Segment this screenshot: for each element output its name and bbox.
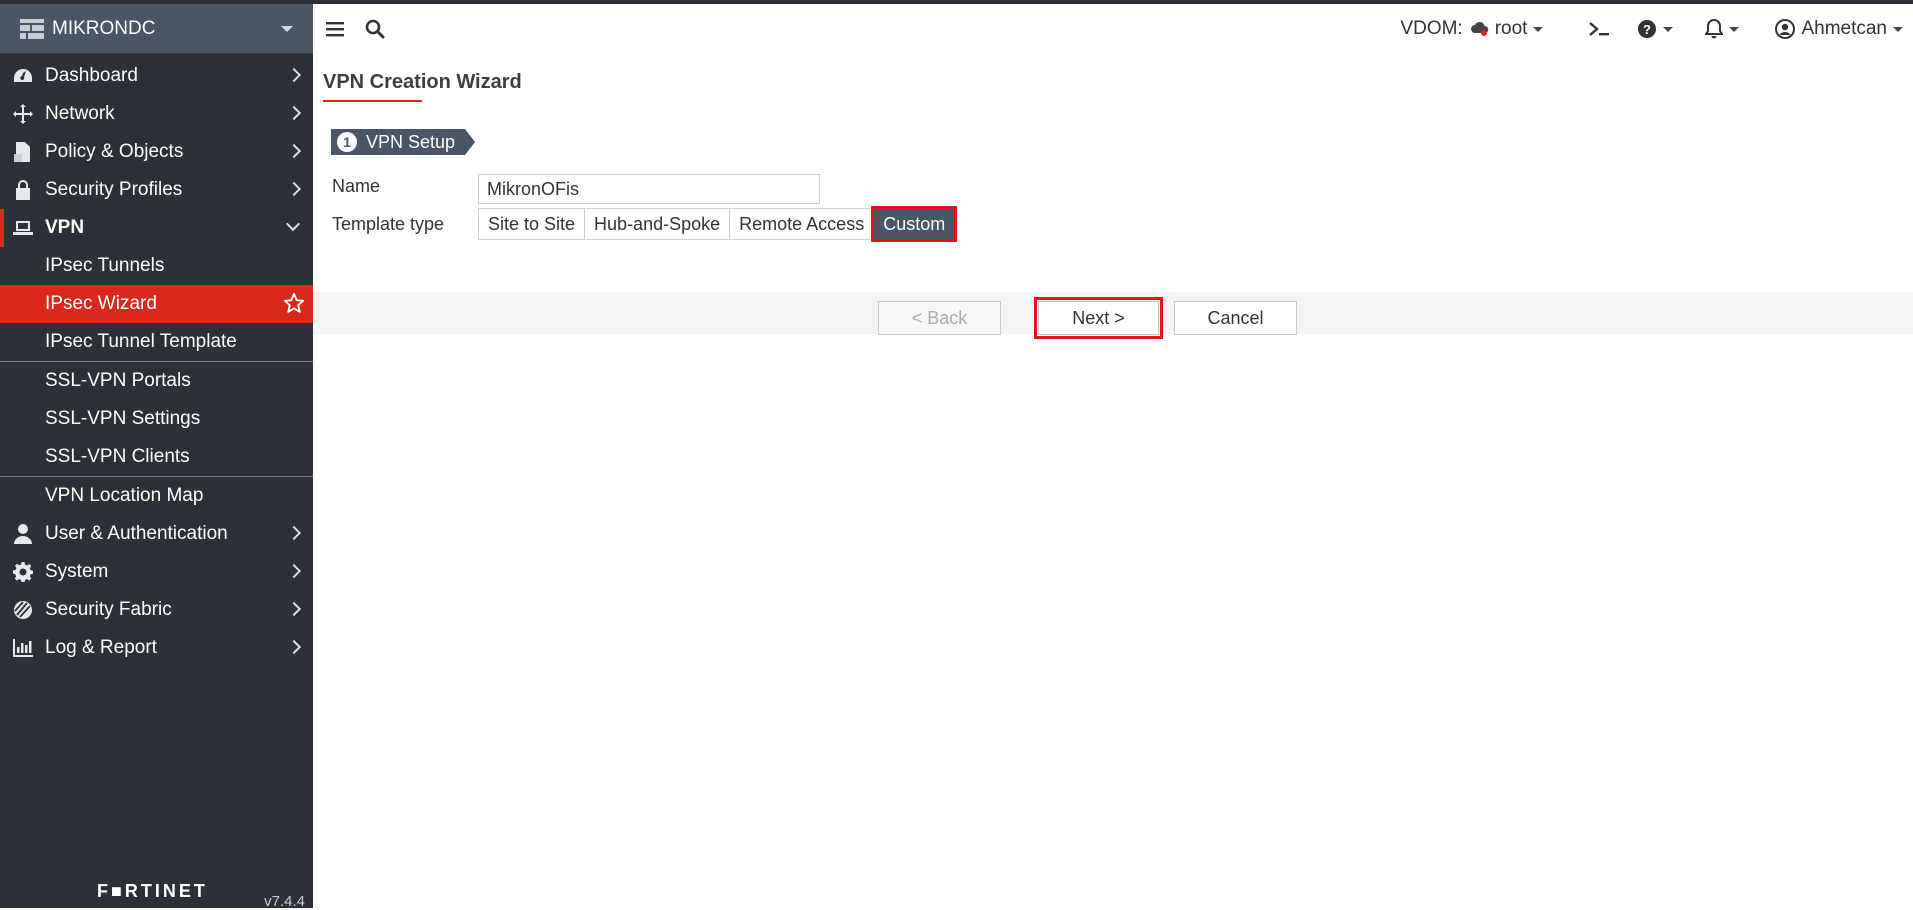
cloud-icon: [1470, 21, 1489, 37]
sidebar-item-label: Network: [45, 103, 115, 124]
cancel-button[interactable]: Cancel: [1174, 301, 1297, 335]
fabric-icon: [11, 598, 35, 622]
chevron-right-icon: [286, 181, 302, 197]
hamburger-menu-icon[interactable]: [323, 17, 347, 41]
sidebar-item-security-fabric[interactable]: Security Fabric: [0, 591, 313, 629]
chevron-down-icon: [1663, 26, 1674, 32]
chevron-right-icon: [286, 525, 302, 541]
template-option-site-to-site[interactable]: Site to Site: [479, 209, 586, 239]
page-title: VPN Creation Wizard: [323, 71, 522, 93]
chevron-down-icon: [281, 25, 293, 32]
sidebar-subitem-label: IPsec Tunnel Template: [45, 331, 237, 352]
sidebar-subitem-label: SSL-VPN Portals: [45, 370, 191, 391]
template-option-hub-and-spoke[interactable]: Hub-and-Spoke: [585, 209, 731, 239]
sidebar-item-log-report[interactable]: Log & Report: [0, 629, 313, 667]
sidebar-item-label: System: [45, 561, 109, 582]
sidebar-item-label: Security Profiles: [45, 179, 183, 200]
chevron-down-icon: [1533, 26, 1544, 32]
sidebar-item-label: User & Authentication: [45, 523, 228, 544]
name-label: Name: [332, 176, 381, 196]
sidebar-subitem-label: SSL-VPN Clients: [45, 446, 190, 467]
vdom-label: VDOM:: [1400, 18, 1463, 39]
chevron-right-icon: [286, 143, 302, 159]
svg-text:?: ?: [1643, 22, 1651, 37]
main-content: VPN Creation Wizard 1 VPN Setup Name Tem…: [313, 54, 1913, 908]
notifications-menu[interactable]: [1705, 19, 1740, 39]
chevron-right-icon: [286, 601, 302, 617]
back-button[interactable]: < Back: [878, 301, 1001, 335]
sidebar-item-dashboard[interactable]: Dashboard: [0, 57, 313, 95]
vdom-selector[interactable]: root: [1470, 18, 1544, 40]
dashboard-icon: [11, 64, 35, 88]
top-bar: VDOM: root ? Ahmetcan: [313, 4, 1913, 54]
cli-console-icon[interactable]: [1587, 17, 1611, 41]
fortigate-logo-icon: [20, 18, 44, 40]
chevron-right-icon: [286, 67, 302, 83]
next-button[interactable]: Next >: [1034, 297, 1163, 339]
sidebar-subitem-ipsec-wizard[interactable]: IPsec Wizard: [0, 285, 313, 323]
sidebar-subitem-vpn-location-map[interactable]: VPN Location Map: [0, 477, 313, 515]
sidebar-item-label: Dashboard: [45, 65, 138, 86]
title-underline: [323, 100, 422, 102]
lock-icon: [11, 178, 35, 202]
template-option-custom[interactable]: Custom: [871, 206, 958, 242]
sidebar-subitem-ipsec-tunnels[interactable]: IPsec Tunnels: [0, 247, 313, 285]
sidebar-item-system[interactable]: System: [0, 553, 313, 591]
sidebar-footer: F■RTINET v7.4.4: [0, 876, 313, 910]
sidebar-item-label: Log & Report: [45, 637, 157, 658]
sidebar-subitem-label: IPsec Wizard: [45, 293, 157, 314]
chevron-down-icon: [1729, 26, 1740, 32]
username: Ahmetcan: [1801, 18, 1887, 39]
sidebar-subitem-label: IPsec Tunnels: [45, 255, 165, 276]
device-name: MIKRONDC: [52, 17, 156, 39]
template-option-remote-access[interactable]: Remote Access: [730, 209, 875, 239]
sidebar-item-label: Policy & Objects: [45, 141, 184, 162]
user-icon: [11, 522, 35, 546]
help-icon: ?: [1637, 19, 1657, 39]
step-label: VPN Setup: [366, 131, 456, 152]
wizard-step: 1 VPN Setup: [331, 129, 476, 155]
sidebar-item-network[interactable]: Network: [0, 95, 313, 133]
user-avatar-icon: [1775, 19, 1796, 39]
template-type-label: Template type: [332, 214, 445, 234]
user-menu[interactable]: Ahmetcan: [1775, 18, 1903, 40]
top-bar-right: VDOM: root ? Ahmetcan: [1400, 4, 1913, 54]
network-icon: [11, 102, 35, 126]
policy-icon: [11, 140, 35, 164]
sidebar-subitem-ipsec-tunnel-template[interactable]: IPsec Tunnel Template: [0, 323, 313, 361]
chevron-down-icon: [285, 216, 301, 232]
search-icon[interactable]: [363, 17, 387, 41]
chevron-down-icon: [1893, 26, 1903, 32]
sidebar: MIKRONDC Dashboard Network Policy & Obje…: [0, 4, 313, 910]
step-number: 1: [337, 132, 357, 152]
sidebar-item-user-authentication[interactable]: User & Authentication: [0, 515, 313, 553]
gear-icon: [11, 560, 35, 584]
bell-icon: [1705, 19, 1724, 39]
sidebar-subitem-label: VPN Location Map: [45, 485, 204, 506]
sidebar-subitem-label: SSL-VPN Settings: [45, 408, 201, 429]
sidebar-item-vpn[interactable]: VPN: [0, 209, 313, 247]
sidebar-subitem-ssl-vpn-portals[interactable]: SSL-VPN Portals: [0, 362, 313, 400]
sidebar-item-policy-objects[interactable]: Policy & Objects: [0, 133, 313, 171]
sidebar-subitem-ssl-vpn-settings[interactable]: SSL-VPN Settings: [0, 400, 313, 438]
sidebar-item-label: Security Fabric: [45, 599, 172, 620]
chevron-right-icon: [286, 105, 302, 121]
vdom-value: root: [1494, 18, 1528, 39]
name-input[interactable]: [478, 174, 820, 204]
fortinet-logo: F■RTINET: [97, 881, 208, 901]
star-icon[interactable]: [283, 292, 305, 320]
laptop-icon: [11, 216, 35, 240]
chevron-right-icon: [286, 639, 302, 655]
sidebar-subitem-ssl-vpn-clients[interactable]: SSL-VPN Clients: [0, 438, 313, 476]
version-label: v7.4.4: [264, 893, 305, 910]
sidebar-item-label: VPN: [45, 217, 85, 238]
sidebar-item-security-profiles[interactable]: Security Profiles: [0, 171, 313, 209]
device-selector[interactable]: MIKRONDC: [0, 4, 313, 54]
chevron-right-icon: [286, 563, 302, 579]
help-menu[interactable]: ?: [1637, 19, 1674, 39]
template-type-selector: Site to Site Hub-and-Spoke Remote Access…: [478, 206, 958, 242]
chart-icon: [11, 636, 35, 660]
